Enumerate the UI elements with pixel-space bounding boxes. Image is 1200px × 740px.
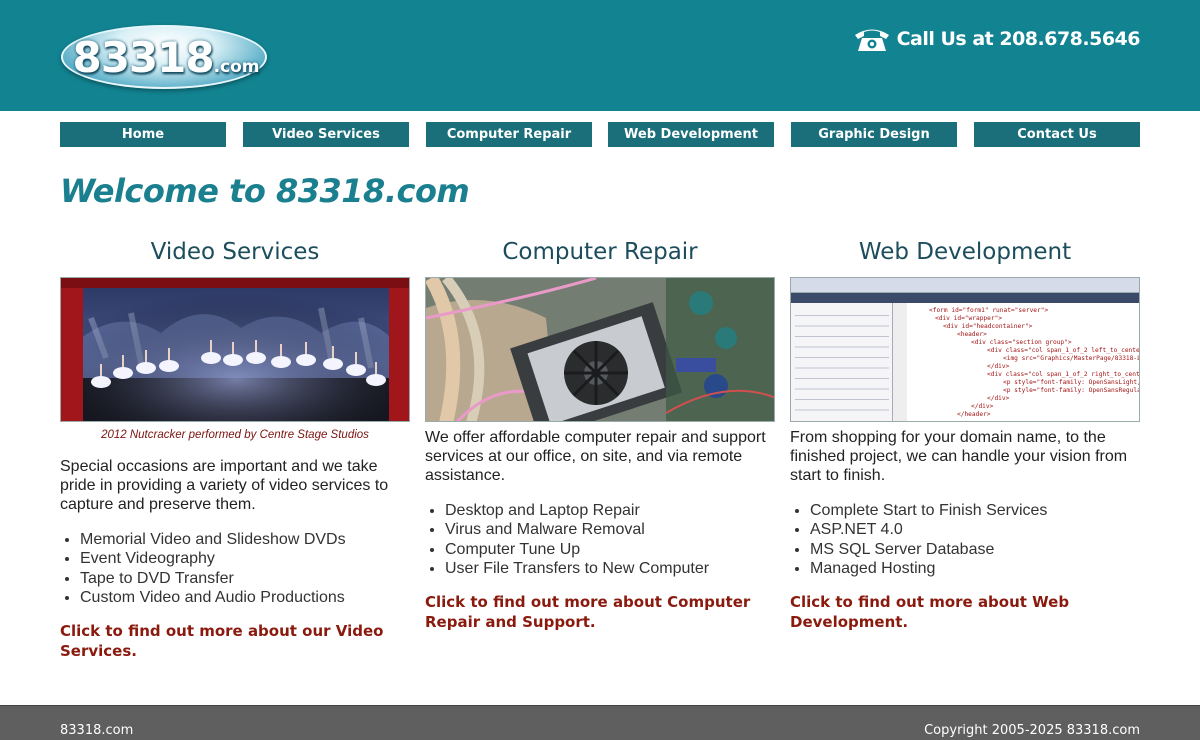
phone-number: Call Us at 208.678.5646: [896, 28, 1141, 50]
service-list: Desktop and Laptop Repair Virus and Malw…: [425, 501, 775, 578]
list-item: Complete Start to Finish Services: [810, 501, 1140, 520]
list-item: Computer Tune Up: [445, 540, 775, 559]
computer-repair-link[interactable]: Click to find out more about Computer Re…: [425, 593, 775, 632]
section-description: Special occasions are important and we t…: [60, 458, 389, 513]
nav-video-services[interactable]: Video Services: [243, 122, 409, 147]
video-services-link[interactable]: Click to find out more about our Video S…: [60, 622, 410, 661]
main-nav: Home Video Services Computer Repair Web …: [60, 122, 1140, 147]
code-editor-screenshot: <form id="form1" runat="server"> <div id…: [790, 277, 1140, 422]
logo-text: 83318.com: [72, 33, 260, 82]
section-title: Video Services: [150, 239, 320, 265]
list-item: ASP.NET 4.0: [810, 520, 1140, 539]
list-item: Virus and Malware Removal: [445, 520, 775, 539]
computer-repair-section: Computer Repair We offer affordable comp…: [425, 236, 775, 632]
list-item: Memorial Video and Slideshow DVDs: [80, 530, 410, 549]
image-caption: 2012 Nutcracker performed by Centre Stag…: [101, 429, 369, 441]
nav-computer-repair[interactable]: Computer Repair: [426, 122, 592, 147]
site-logo[interactable]: 83318.com: [61, 25, 267, 89]
web-development-link[interactable]: Click to find out more about Web Develop…: [790, 593, 1140, 632]
footer-site-name: 83318.com: [60, 723, 134, 738]
web-development-section: Web Development <form id="form1" runat="…: [790, 236, 1140, 632]
section-title: Web Development: [858, 239, 1072, 265]
list-item: User File Transfers to New Computer: [445, 559, 775, 578]
nav-home[interactable]: Home: [60, 122, 226, 147]
section-title: Computer Repair: [502, 239, 698, 265]
telephone-icon: [854, 29, 889, 51]
list-item: Managed Hosting: [810, 559, 1140, 578]
section-description: We offer affordable computer repair and …: [425, 429, 766, 484]
page-title: Welcome to 83318.com: [60, 172, 470, 210]
service-list: Memorial Video and Slideshow DVDs Event …: [60, 530, 410, 607]
nav-contact-us[interactable]: Contact Us: [974, 122, 1140, 147]
list-item: Desktop and Laptop Repair: [445, 501, 775, 520]
computer-internals-photo: [425, 277, 775, 422]
list-item: Custom Video and Audio Productions: [80, 588, 410, 607]
site-header: 83318.com Call Us at 208.678.5646: [0, 0, 1200, 111]
list-item: Tape to DVD Transfer: [80, 569, 410, 588]
nav-web-development[interactable]: Web Development: [608, 122, 774, 147]
section-description: From shopping for your domain name, to t…: [790, 429, 1128, 484]
nav-graphic-design[interactable]: Graphic Design: [791, 122, 957, 147]
video-services-section: Video Services 2012 Nutcracker performed…: [60, 236, 410, 661]
phone-contact: Call Us at 208.678.5646: [853, 24, 1141, 54]
site-footer: 83318.com Copyright 2005-2025 83318.com: [0, 705, 1200, 740]
footer-copyright: Copyright 2005-2025 83318.com: [924, 723, 1140, 738]
list-item: MS SQL Server Database: [810, 540, 1140, 559]
ballet-stage-photo: [60, 277, 410, 422]
service-list: Complete Start to Finish Services ASP.NE…: [790, 501, 1140, 578]
list-item: Event Videography: [80, 549, 410, 568]
